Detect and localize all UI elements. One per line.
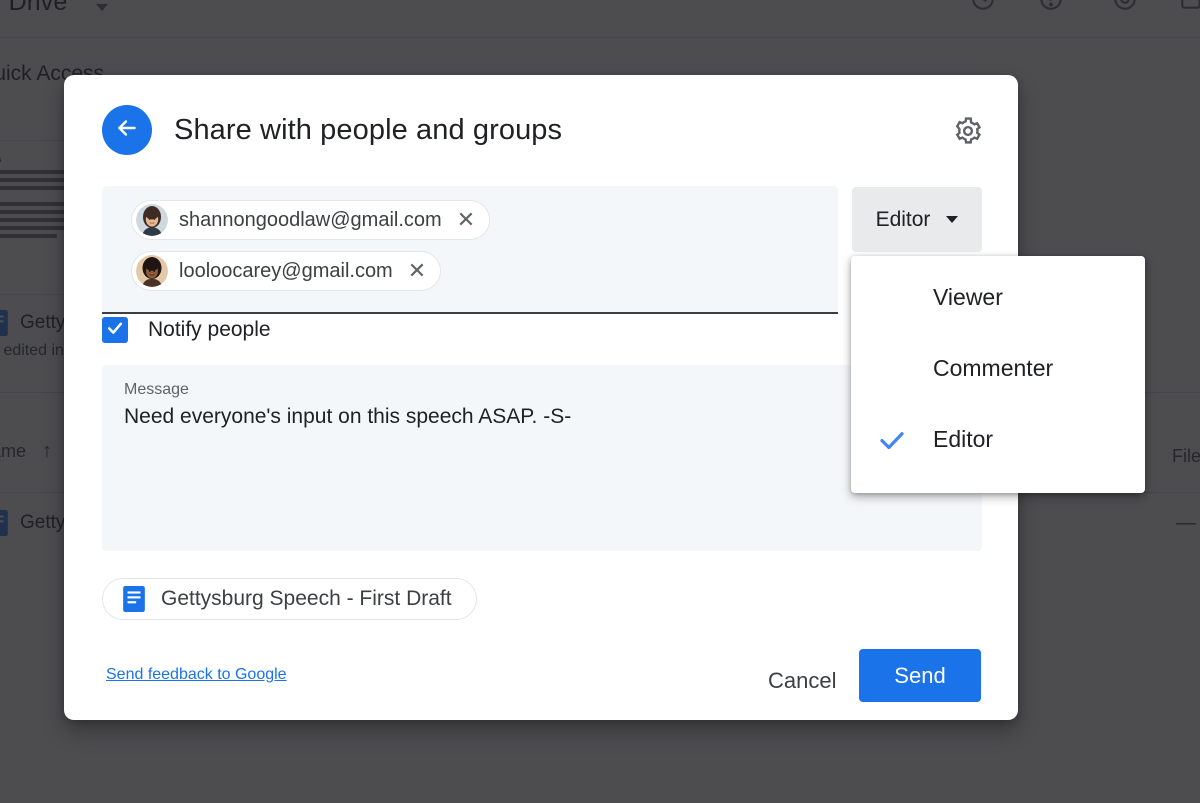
avatar xyxy=(136,204,168,236)
recipient-email: shannongoodlaw@gmail.com xyxy=(179,209,442,232)
chevron-down-icon xyxy=(946,216,958,223)
dialog-header: Share with people and groups xyxy=(102,105,562,155)
check-icon xyxy=(851,425,933,455)
role-option-commenter[interactable]: Commenter xyxy=(851,333,1145,404)
role-option-label: Editor xyxy=(933,426,993,453)
role-option-label: Viewer xyxy=(933,284,1003,311)
recipient-chip[interactable]: shannongoodlaw@gmail.com ✕ xyxy=(131,200,490,240)
dialog-title: Share with people and groups xyxy=(174,114,562,147)
send-button[interactable]: Send xyxy=(859,649,981,702)
message-value: Need everyone's input on this speech ASA… xyxy=(124,405,960,429)
role-option-label: Commenter xyxy=(933,355,1053,382)
back-button[interactable] xyxy=(102,105,152,155)
role-option-editor[interactable]: Editor xyxy=(851,404,1145,475)
google-docs-icon xyxy=(123,586,145,612)
gear-icon xyxy=(953,116,983,151)
notify-people-row[interactable]: Notify people xyxy=(102,317,271,343)
recipients-input[interactable]: shannongoodlaw@gmail.com ✕ xyxy=(102,186,838,314)
message-input[interactable]: Message Need everyone's input on this sp… xyxy=(102,365,982,551)
shared-file-chip[interactable]: Gettysburg Speech - First Draft xyxy=(102,578,477,620)
remove-recipient-icon[interactable]: ✕ xyxy=(406,260,428,282)
recipient-chip[interactable]: looloocarey@gmail.com ✕ xyxy=(131,251,441,291)
notify-people-label: Notify people xyxy=(148,318,271,342)
share-dialog: Share with people and groups xyxy=(64,75,1018,720)
settings-button[interactable] xyxy=(950,115,986,151)
avatar xyxy=(136,255,168,287)
back-arrow-icon xyxy=(114,115,140,146)
recipient-email: looloocarey@gmail.com xyxy=(179,260,393,283)
message-label: Message xyxy=(124,381,960,399)
remove-recipient-icon[interactable]: ✕ xyxy=(455,209,477,231)
role-option-viewer[interactable]: Viewer xyxy=(851,262,1145,333)
role-dropdown-button[interactable]: Editor xyxy=(852,187,982,252)
role-dropdown-menu: Viewer Commenter Editor xyxy=(851,256,1145,493)
check-icon xyxy=(105,318,125,343)
cancel-button[interactable]: Cancel xyxy=(754,660,850,702)
send-feedback-link[interactable]: Send feedback to Google xyxy=(106,666,287,684)
shared-file-name: Gettysburg Speech - First Draft xyxy=(161,587,452,611)
role-dropdown-value: Editor xyxy=(876,208,931,232)
notify-people-checkbox[interactable] xyxy=(102,317,128,343)
